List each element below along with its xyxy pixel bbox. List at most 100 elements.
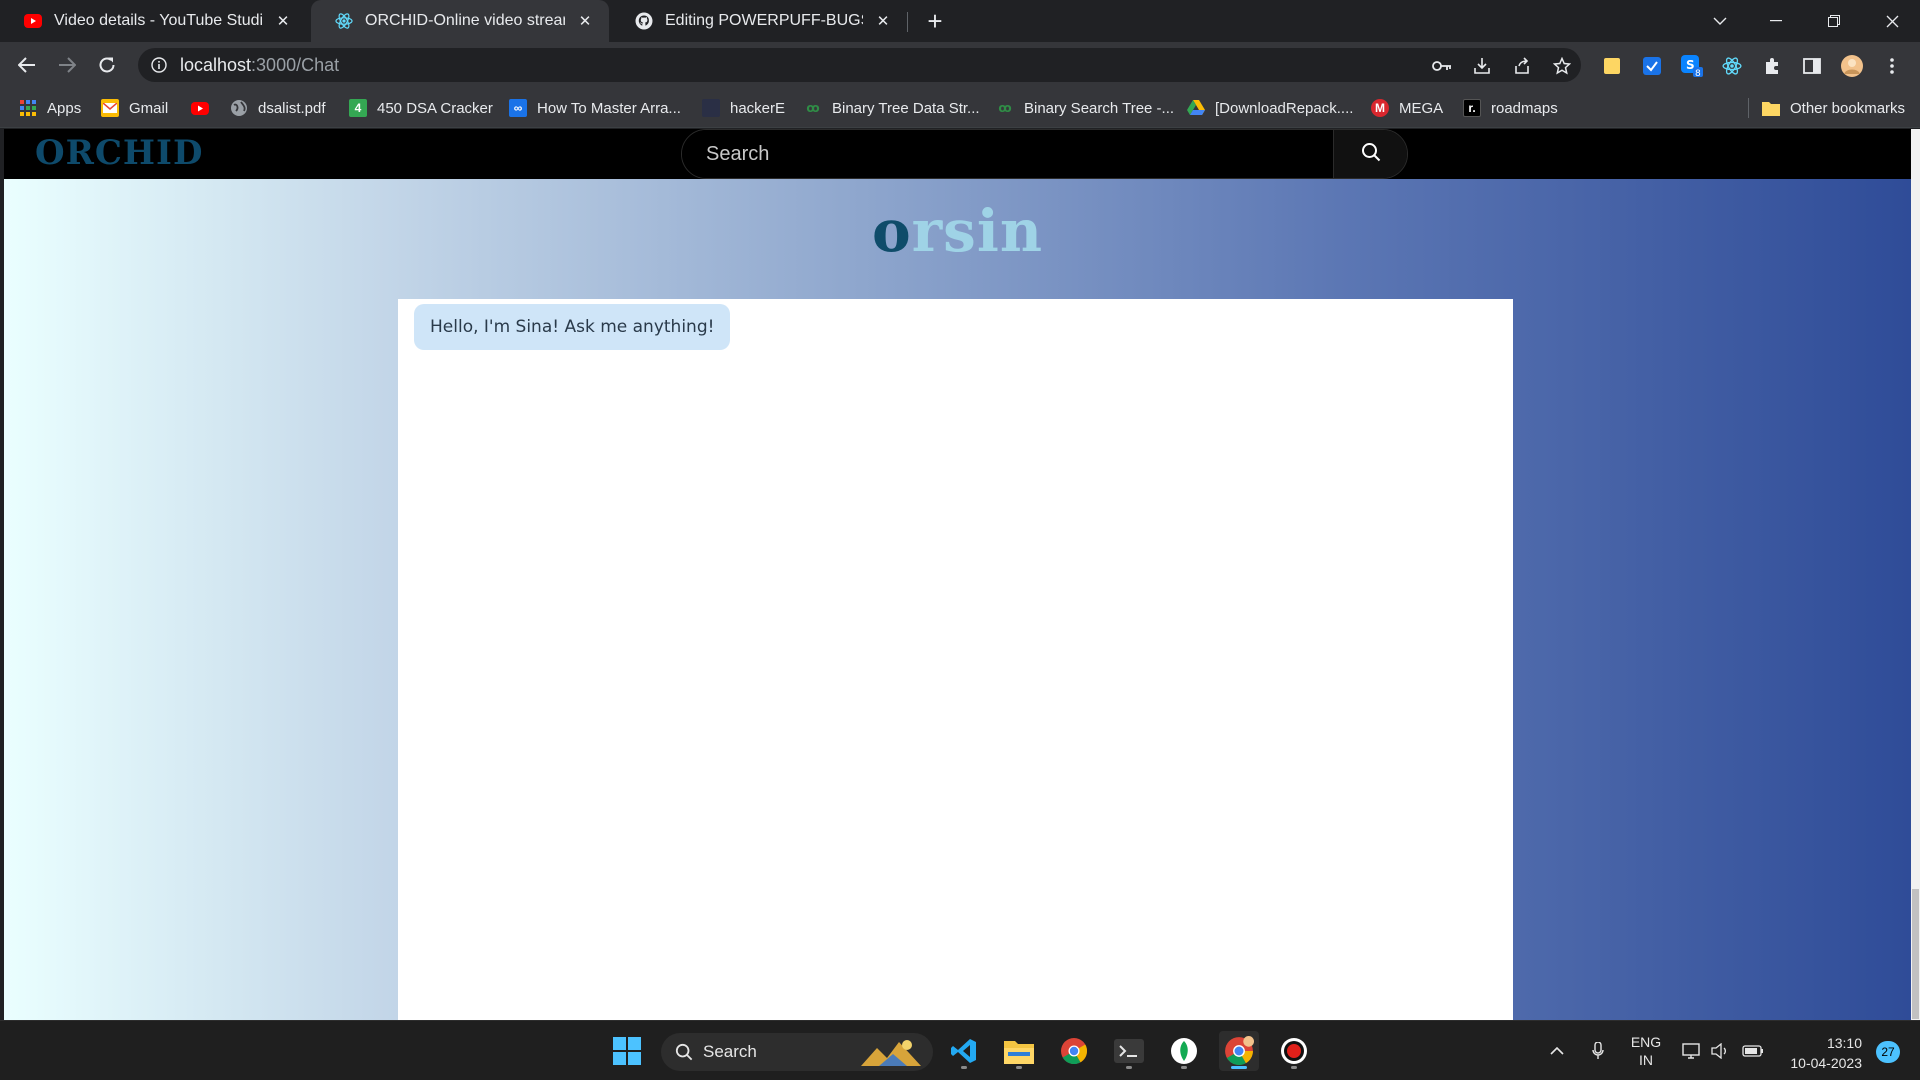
bookmark-apps[interactable]: Apps [19, 97, 81, 119]
scrollbar-thumb[interactable] [1912, 889, 1919, 1019]
tab-orchid[interactable]: ORCHID-Online video streaming ✕ [311, 0, 609, 42]
running-indicator [1181, 1066, 1187, 1069]
star-bookmark-icon[interactable] [1552, 56, 1572, 76]
side-panel-icon[interactable] [1801, 55, 1823, 77]
language-code: ENG [1630, 1034, 1662, 1050]
drive-icon [1187, 99, 1205, 117]
mongodb-compass-icon[interactable] [1164, 1031, 1204, 1071]
gfg-icon: ꝏ [806, 101, 820, 115]
skype-extension-icon[interactable]: S8 [1681, 55, 1703, 77]
bookmark-roadmaps[interactable]: r. roadmaps [1463, 97, 1558, 119]
chatbot-title-rest: rsin [911, 197, 1044, 265]
bookmark-label: Binary Search Tree -... [1024, 99, 1175, 117]
volume-icon[interactable] [1708, 1031, 1732, 1071]
bookmark-450-dsa[interactable]: 4 450 DSA Cracker [349, 97, 493, 119]
bookmark-youtube[interactable] [191, 97, 219, 119]
reload-button[interactable] [92, 50, 122, 80]
hackere-icon [702, 99, 720, 117]
tab-github-editing[interactable]: Editing POWERPUFF-BUGS-ORCHID ✕ [611, 0, 907, 42]
app-search-button[interactable] [1333, 130, 1407, 178]
show-hidden-icons-chevron-icon[interactable] [1545, 1031, 1569, 1071]
apps-grid-icon [19, 99, 37, 117]
bookmark-binary-tree[interactable]: ꝏ Binary Tree Data Str... [804, 97, 980, 119]
gmail-icon [101, 99, 119, 117]
gfg-icon: ꝏ [998, 101, 1012, 115]
react-devtools-icon[interactable] [1721, 55, 1743, 77]
bookmark-label: roadmaps [1491, 99, 1558, 117]
bookmarks-divider [1748, 98, 1749, 118]
app-search-input[interactable] [682, 130, 1333, 178]
chat-panel: Hello, I'm Sina! Ask me anything! [398, 299, 1513, 1020]
bookmark-hackere[interactable]: hackerE [702, 97, 785, 119]
windows-start-icon[interactable] [607, 1031, 647, 1071]
bookmark-label: MEGA [1399, 99, 1444, 117]
terminal-icon[interactable] [1109, 1031, 1149, 1071]
new-tab-button[interactable]: + [922, 8, 948, 35]
bookmark-label: [DownloadRepack.... [1215, 99, 1354, 117]
battery-icon[interactable] [1740, 1031, 1766, 1071]
screen-recorder-icon[interactable] [1274, 1031, 1314, 1071]
extensions-puzzle-icon[interactable] [1761, 55, 1783, 77]
tab-title: Video details - YouTube Studio [54, 12, 263, 29]
tab-title: ORCHID-Online video streaming [365, 12, 565, 29]
chatbot-title-first: o [871, 197, 912, 265]
app-search-bar [681, 129, 1408, 179]
bookmark-dsalist[interactable]: dsalist.pdf [230, 97, 326, 119]
install-download-icon[interactable] [1472, 56, 1492, 76]
taskbar-search[interactable]: Search [661, 1033, 933, 1071]
site-info-icon[interactable] [150, 56, 168, 74]
chrome-profile-icon[interactable] [1219, 1031, 1259, 1071]
tab-title: Editing POWERPUFF-BUGS-ORCHID [665, 12, 863, 29]
tab-search-chevron-icon[interactable] [1692, 0, 1748, 42]
mega-icon: M [1371, 99, 1389, 117]
file-explorer-icon[interactable] [999, 1031, 1039, 1071]
note-extension-icon[interactable] [1601, 55, 1623, 77]
microphone-icon[interactable] [1586, 1031, 1610, 1071]
bookmark-label: Gmail [129, 99, 169, 117]
url-text[interactable]: localhost:3000/Chat [180, 55, 339, 76]
running-indicator [1126, 1066, 1132, 1069]
network-icon[interactable] [1680, 1031, 1704, 1071]
checkmark-extension-icon[interactable] [1641, 55, 1663, 77]
taskbar-search-label: Search [703, 1042, 757, 1061]
bot-message: Hello, I'm Sina! Ask me anything! [414, 304, 731, 350]
close-icon[interactable]: ✕ [575, 11, 595, 31]
vscode-icon[interactable] [944, 1031, 984, 1071]
bookmark-binary-search-tree[interactable]: ꝏ Binary Search Tree -... [996, 97, 1174, 119]
language-indicator[interactable]: ENG IN [1624, 1031, 1668, 1071]
notification-badge[interactable]: 27 [1876, 1041, 1900, 1063]
close-window-button[interactable] [1864, 0, 1920, 42]
bookmark-mega[interactable]: M MEGA [1371, 97, 1443, 119]
page-scrollbar[interactable] [1911, 129, 1920, 1020]
back-button[interactable] [12, 50, 42, 80]
taskbar-clock[interactable]: 13:10 10-04-2023 [1790, 1033, 1862, 1073]
key-icon[interactable] [1432, 56, 1452, 76]
chrome-icon[interactable] [1054, 1031, 1094, 1071]
url-host: localhost [180, 54, 252, 75]
close-icon[interactable]: ✕ [273, 11, 293, 31]
bookmark-master-arrays[interactable]: ∞ How To Master Arra... [509, 97, 681, 119]
search-icon [1361, 142, 1381, 167]
github-icon [635, 12, 653, 30]
chrome-menu-icon[interactable] [1881, 55, 1903, 77]
restore-button[interactable] [1806, 0, 1862, 42]
tab-youtube-studio[interactable]: Video details - YouTube Studio ✕ [0, 0, 307, 42]
profile-avatar[interactable] [1841, 55, 1863, 77]
browser-tab-strip: Video details - YouTube Studio ✕ ORCHID-… [0, 0, 1920, 42]
bookmark-label: 450 DSA Cracker [377, 99, 493, 117]
running-indicator [1291, 1066, 1297, 1069]
search-highlight-icon [859, 1036, 923, 1068]
bookmark-gmail[interactable]: Gmail [101, 97, 168, 119]
share-icon[interactable] [1512, 56, 1532, 76]
bookmark-label: Binary Tree Data Str... [832, 99, 980, 117]
bookmarks-bar: Apps Gmail dsalist.pdf 4 450 DSA Cracker … [0, 88, 1920, 128]
other-bookmarks-folder[interactable]: Other bookmarks [1762, 97, 1905, 119]
bookmark-label: How To Master Arra... [537, 99, 681, 117]
url-path: :3000/Chat [251, 54, 340, 75]
bookmark-downloadrepack[interactable]: [DownloadRepack.... [1187, 97, 1353, 119]
forward-button[interactable] [52, 50, 82, 80]
address-bar[interactable]: localhost:3000/Chat [138, 48, 1581, 82]
minimize-button[interactable] [1748, 0, 1804, 42]
close-icon[interactable]: ✕ [873, 11, 893, 31]
orchid-logo[interactable]: ORCHID [35, 133, 203, 173]
